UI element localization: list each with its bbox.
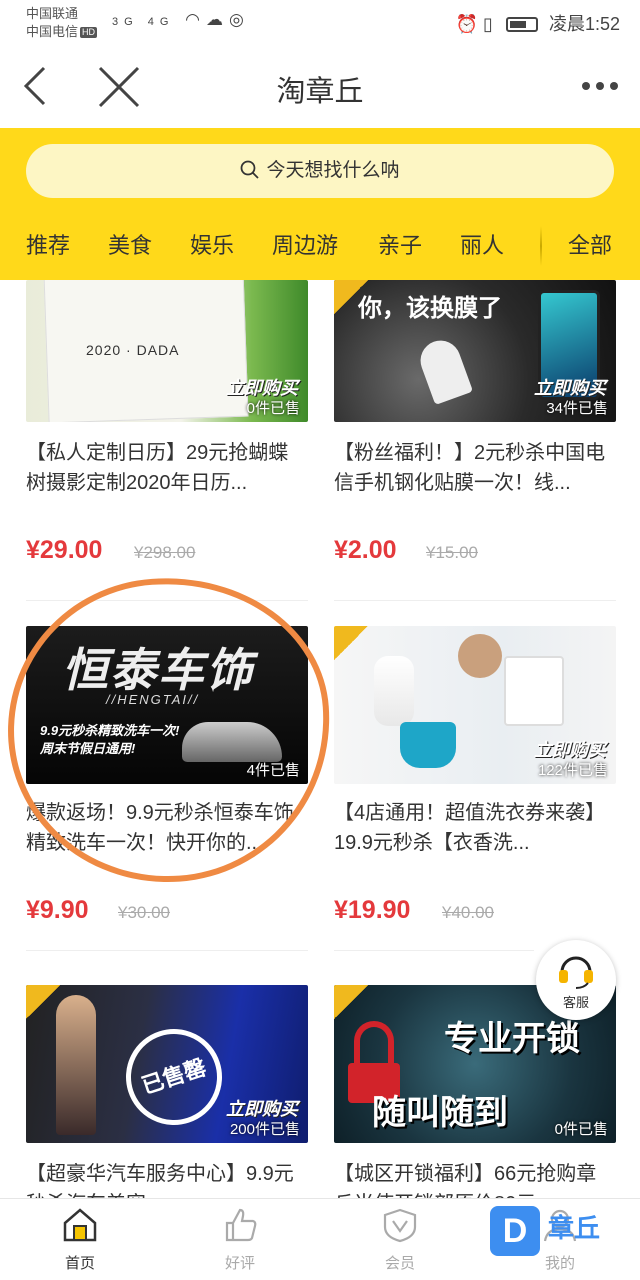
home-icon — [63, 1208, 97, 1242]
product-title: 【粉丝福利！】2元秒杀中国电信手机钢化贴膜一次！线... — [334, 442, 606, 494]
basket-graphic — [400, 722, 456, 768]
sold-count: 0件已售 — [554, 1121, 608, 1138]
category-tabs: 推荐 美食 娱乐 周边游 亲子 丽人 全部 — [0, 216, 640, 276]
hot-ribbon — [26, 985, 60, 1019]
signal-icon: 3G 4G — [112, 16, 175, 28]
tab-reviews[interactable]: 好评 — [200, 1207, 280, 1273]
image-subcaption: 随叫随到 — [372, 1094, 508, 1132]
product-price: ¥2.00 — [334, 536, 397, 564]
sold-count: 34件已售 — [546, 400, 608, 417]
sold-count: 122件已售 — [537, 762, 608, 779]
image-caption: 专业开锁 — [444, 1020, 580, 1058]
hot-ribbon — [334, 626, 368, 660]
model-graphic — [56, 995, 96, 1135]
divider — [334, 600, 616, 601]
nav-bar: 淘章丘 — [0, 46, 640, 128]
category-parent-child[interactable]: 亲子 — [378, 228, 422, 260]
signal-icons: 3G 4G ◠☁◎ — [112, 10, 250, 30]
original-price: ¥30.00 — [118, 903, 170, 922]
child-graphic — [374, 656, 414, 726]
watermark-text: 章丘 — [548, 1213, 601, 1243]
header-panel: 今天想找什么呐 推荐 美食 娱乐 周边游 亲子 丽人 全部 — [0, 128, 640, 280]
sold-count: 0件已售 — [246, 400, 300, 417]
search-icon — [241, 160, 260, 179]
product-image: 2020 · DADA 立即购买 0件已售 — [26, 280, 308, 422]
divider — [334, 950, 534, 951]
alarm-icon: ⏰ — [455, 14, 478, 34]
cloud-icon: ☁ — [205, 10, 229, 29]
category-beauty[interactable]: 丽人 — [460, 228, 504, 260]
page-title: 淘章丘 — [276, 76, 364, 108]
fencer-graphic — [414, 334, 474, 406]
tab-home[interactable]: 首页 — [40, 1207, 120, 1273]
status-bar: 中国联通 中国电信 HD 3G 4G ◠☁◎ ⏰ ▯ 凌晨1:52 — [0, 0, 640, 46]
image-promo-line: 9.9元秒杀精致洗车一次! — [40, 723, 180, 738]
sold-count: 200件已售 — [229, 1121, 300, 1138]
sold-out-stamp: 已售罄 — [113, 1016, 235, 1138]
category-nearby-travel[interactable]: 周边游 — [272, 228, 338, 260]
image-subcaption: //HENGTAI// — [106, 692, 200, 707]
divider — [26, 950, 308, 951]
bottom-tab-bar: 首页 好评 会员 我的 — [0, 1198, 640, 1280]
image-caption: 恒泰车饰 — [62, 644, 254, 696]
original-price: ¥298.00 — [134, 543, 196, 562]
search-input[interactable]: 今天想找什么呐 — [26, 144, 614, 198]
more-icon[interactable] — [580, 76, 620, 96]
tab-reviews-label: 好评 — [224, 1255, 255, 1272]
mother-graphic — [458, 634, 502, 678]
product-title: 【私人定制日历】29元抢蝴蝶树摄影定制2020年日历... — [26, 442, 289, 494]
vip-icon — [383, 1208, 417, 1243]
category-food[interactable]: 美食 — [108, 228, 152, 260]
category-recommend[interactable]: 推荐 — [26, 228, 70, 260]
hd-badge: HD — [80, 27, 98, 38]
customer-service-label: 客服 — [562, 995, 589, 1010]
category-entertainment[interactable]: 娱乐 — [190, 228, 234, 260]
tab-home-label: 首页 — [64, 1255, 95, 1272]
tab-membership-label: 会员 — [384, 1255, 415, 1272]
headset-icon — [559, 956, 593, 989]
original-price: ¥15.00 — [426, 543, 478, 562]
carrier-2: 中国电信 HD — [26, 24, 98, 39]
customer-service-button[interactable]: 客服 — [536, 940, 616, 1020]
product-price: ¥29.00 — [26, 536, 103, 564]
image-promo-line: 周末节假日通用! — [40, 741, 136, 756]
product-title: 【4店通用！超值洗衣券来袭】19.9元秒杀【衣香洗... — [334, 802, 606, 854]
category-divider — [540, 226, 542, 266]
product-image: 你，该换膜了 立即购买 34件已售 — [334, 280, 616, 422]
product-image: 立即购买 122件已售 — [334, 626, 616, 784]
status-right: ⏰ ▯ 凌晨1:52 — [456, 10, 620, 36]
washer-graphic — [504, 656, 564, 726]
sold-count: 4件已售 — [246, 762, 300, 779]
product-title: 爆款返场！9.9元秒杀恒泰车饰精致洗车一次！快开你的... — [26, 802, 294, 854]
tab-membership[interactable]: 会员 — [360, 1207, 440, 1273]
image-caption: 2020 · DADA — [86, 342, 180, 358]
product-price: ¥9.90 — [26, 896, 89, 924]
carrier-1: 中国联通 — [26, 6, 79, 21]
car-graphic — [182, 722, 282, 762]
divider — [26, 600, 308, 601]
original-price: ¥40.00 — [442, 903, 494, 922]
globe-icon: ◎ — [228, 10, 250, 29]
category-all[interactable]: 全部 — [568, 228, 612, 260]
product-image: 已售罄 立即购买 200件已售 — [26, 985, 308, 1143]
product-image: 恒泰车饰 //HENGTAI// 9.9元秒杀精致洗车一次! 周末节假日通用! … — [26, 626, 308, 784]
search-placeholder: 今天想找什么呐 — [266, 160, 400, 181]
thumbs-up-icon — [225, 1208, 257, 1242]
wifi-icon: ◠ — [185, 10, 206, 29]
battery-icon — [505, 17, 538, 32]
product-price: ¥19.90 — [334, 896, 411, 924]
padlock-icon — [354, 1021, 394, 1067]
clock: 凌晨1:52 — [548, 14, 620, 34]
image-caption: 你，该换膜了 — [358, 295, 502, 322]
hot-ribbon — [334, 985, 368, 1019]
vibrate-icon: ▯ — [483, 14, 493, 34]
watermark-logo: D — [490, 1206, 540, 1256]
